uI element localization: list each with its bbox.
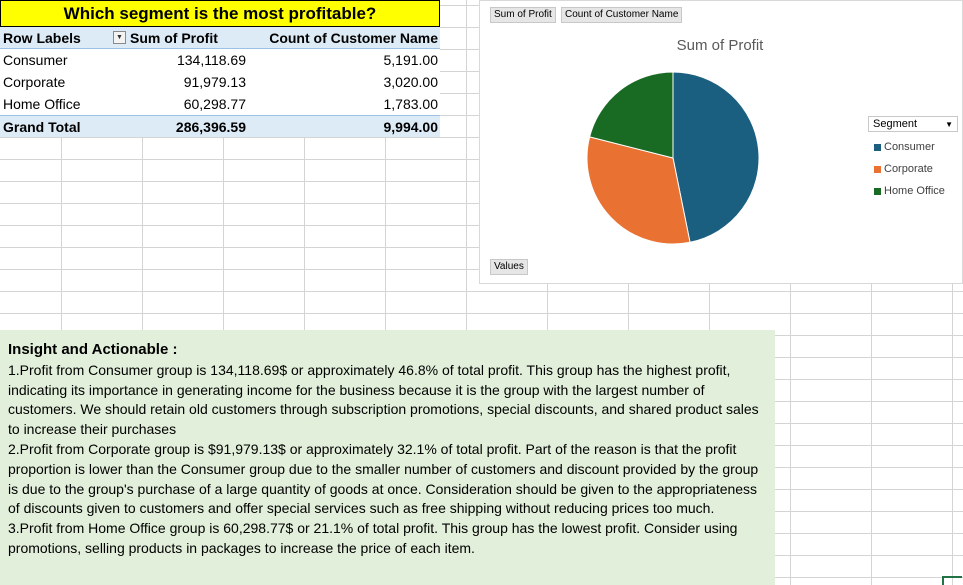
legend-swatch [874, 143, 881, 151]
row-label: Home Office [3, 96, 81, 112]
count-customer-field-button[interactable]: Count of Customer Name [561, 7, 683, 23]
active-cell-indicator[interactable] [942, 576, 962, 585]
sum-profit-field-button[interactable]: Sum of Profit [490, 7, 556, 23]
spreadsheet-grid[interactable]: Which segment is the most profitable? Ro… [0, 0, 963, 585]
grand-total-profit: 286,396.59 [175, 118, 246, 135]
chevron-down-icon: ▼ [945, 119, 953, 129]
pie-slice-home-office[interactable] [589, 71, 674, 159]
pivot-table[interactable]: Row Labels ▼ Sum of Profit Count of Cust… [0, 27, 440, 137]
chart-title[interactable]: Sum of Profit [630, 37, 810, 54]
pivot-grand-total-row[interactable]: Grand Total 286,396.59 9,994.00 [0, 115, 440, 137]
insight-textbox[interactable]: Insight and Actionable : 1.Profit from C… [0, 330, 775, 585]
profit-value: 134,118.69 [176, 52, 246, 68]
pivot-chart[interactable]: Sum of Profit Count of Customer Name Sum… [479, 0, 963, 284]
row-labels-header-text: Row Labels [3, 29, 81, 46]
insight-paragraph-home-office: 3.Profit from Home Office group is 60,29… [8, 520, 738, 556]
count-customer-header[interactable]: Count of Customer Name [248, 30, 440, 46]
chart-legend[interactable]: Segment ▼ Consumer Corporate Home Office [868, 116, 958, 202]
sum-profit-header[interactable]: Sum of Profit [128, 30, 248, 46]
count-value: 1,783.00 [383, 96, 439, 112]
legend-items: Consumer Corporate Home Office [868, 136, 958, 202]
legend-label: Consumer [884, 141, 935, 153]
legend-swatch [874, 165, 881, 173]
pivot-header-row: Row Labels ▼ Sum of Profit Count of Cust… [0, 27, 440, 49]
pie-slice-consumer[interactable] [672, 71, 760, 243]
legend-label: Corporate [884, 163, 933, 175]
row-label: Corporate [3, 74, 66, 90]
values-field-button[interactable]: Values [490, 259, 528, 275]
legend-label: Home Office [884, 185, 945, 197]
grand-total-count: 9,994.00 [383, 118, 439, 135]
grand-total-label: Grand Total [3, 118, 81, 135]
legend-item-corporate[interactable]: Corporate [868, 158, 958, 180]
question-title-text: Which segment is the most profitable? [63, 3, 377, 23]
insight-heading: Insight and Actionable : [8, 341, 178, 358]
pivot-row-home-office[interactable]: Home Office 60,298.77 1,783.00 [0, 93, 440, 115]
pivot-row-corporate[interactable]: Corporate 91,979.13 3,020.00 [0, 71, 440, 93]
row-labels-header[interactable]: Row Labels ▼ [0, 30, 128, 46]
legend-item-home-office[interactable]: Home Office [868, 180, 958, 202]
profit-value: 60,298.77 [183, 96, 246, 112]
legend-item-consumer[interactable]: Consumer [868, 136, 958, 158]
insight-paragraph-consumer: 1.Profit from Consumer group is 134,118.… [8, 361, 759, 438]
insight-paragraph-corporate: 2.Profit from Corporate group is $91,979… [8, 440, 759, 517]
pivot-row-consumer[interactable]: Consumer 134,118.69 5,191.00 [0, 49, 440, 71]
segment-filter-button[interactable]: Segment ▼ [868, 116, 958, 132]
segment-filter-label: Segment [873, 118, 918, 130]
legend-swatch [874, 187, 881, 195]
pie-slice-corporate[interactable] [586, 136, 691, 245]
row-label: Consumer [3, 52, 68, 68]
count-value: 3,020.00 [383, 74, 439, 90]
filter-dropdown-icon[interactable]: ▼ [113, 31, 126, 44]
count-value: 5,191.00 [383, 52, 439, 68]
question-title[interactable]: Which segment is the most profitable? [0, 0, 440, 27]
profit-value: 91,979.13 [183, 74, 246, 90]
